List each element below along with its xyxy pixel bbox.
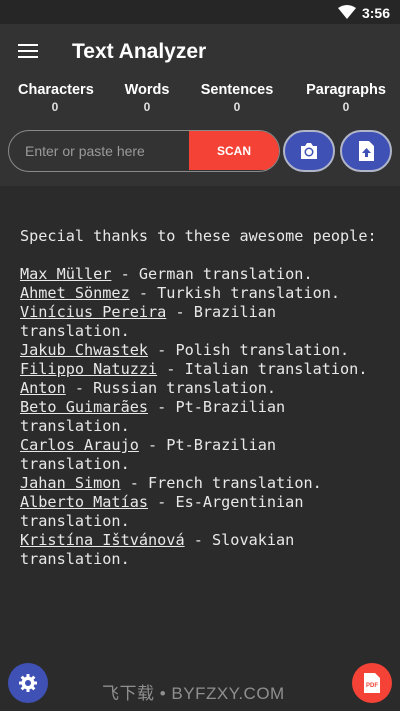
credit-desc: - German translation. <box>111 265 313 283</box>
stat-label: Sentences <box>200 82 274 98</box>
credit-desc: - Russian translation. <box>65 379 277 397</box>
credit-name-link[interactable]: Filippo Natuzzi <box>20 360 157 378</box>
list-item: Anton - Russian translation. <box>20 379 390 398</box>
stat-value: 0 <box>51 100 59 114</box>
app-bar: Text Analyzer Characters 0 Words 0 Sente… <box>0 24 400 186</box>
credit-name-link[interactable]: Ahmet Sönmez <box>20 284 130 302</box>
hamburger-menu-icon[interactable] <box>18 44 38 60</box>
list-item: Carlos Araujo - Pt-Brazilian translation… <box>20 436 390 474</box>
credit-desc: - Turkish translation. <box>129 284 341 302</box>
stats-row: Characters 0 Words 0 Sentences 0 Paragra… <box>0 82 400 122</box>
stat-paragraphs: Paragraphs 0 <box>306 82 386 114</box>
camera-icon <box>301 143 317 159</box>
credit-name-link[interactable]: Alberto Matías <box>20 493 148 511</box>
stat-characters: Characters 0 <box>18 82 94 114</box>
pdf-icon: PDF <box>364 673 380 693</box>
credit-name-link[interactable]: Anton <box>20 379 66 397</box>
credit-desc: - Italian translation. <box>157 360 368 378</box>
credit-desc: - French translation. <box>120 474 322 492</box>
credit-name-link[interactable]: Beto Guimarães <box>20 398 148 416</box>
stat-label: Words <box>124 82 170 98</box>
list-item: Jakub Chwastek - Polish translation. <box>20 341 390 360</box>
scan-button[interactable]: SCAN <box>189 131 279 170</box>
settings-button[interactable] <box>8 663 48 703</box>
list-item: Kristína Ištvánová - Slovakian translati… <box>20 531 390 569</box>
list-item: Ahmet Sönmez - Turkish translation. <box>20 284 390 303</box>
list-item: Filippo Natuzzi - Italian translation. <box>20 360 390 379</box>
wifi-icon <box>338 5 356 19</box>
app-title: Text Analyzer <box>72 40 207 63</box>
credit-name-link[interactable]: Jakub Chwastek <box>20 341 148 359</box>
credit-desc: - Polish translation. <box>148 341 350 359</box>
status-time: 3:56 <box>361 5 390 21</box>
file-upload-icon <box>359 141 374 161</box>
text-input-container: SCAN <box>8 130 280 172</box>
list-item: Max Müller - German translation. <box>20 265 390 284</box>
credit-name-link[interactable]: Jahan Simon <box>20 474 121 492</box>
stat-value: 0 <box>233 100 241 114</box>
credit-name-link[interactable]: Vinícius Pereira <box>20 303 166 321</box>
stat-value: 0 <box>342 100 350 114</box>
stat-words: Words 0 <box>122 82 172 114</box>
upload-file-button[interactable] <box>340 130 392 172</box>
stat-sentences: Sentences 0 <box>200 82 274 114</box>
export-pdf-button[interactable]: PDF <box>352 663 392 703</box>
credits-list: Max Müller - German translation. Ahmet S… <box>20 265 390 569</box>
credit-name-link[interactable]: Kristína Ištvánová <box>20 531 185 549</box>
list-item: Vinícius Pereira - Brazilian translation… <box>20 303 390 341</box>
list-item: Alberto Matías - Es-Argentinian translat… <box>20 493 390 531</box>
credits-content: Special thanks to these awesome people: … <box>20 227 390 569</box>
text-input[interactable] <box>9 131 189 170</box>
list-item: Jahan Simon - French translation. <box>20 474 390 493</box>
stat-label: Paragraphs <box>306 82 386 98</box>
stat-label: Characters <box>18 82 94 98</box>
camera-button[interactable] <box>283 130 335 172</box>
status-bar: 3:56 <box>0 0 400 24</box>
stat-value: 0 <box>143 100 151 114</box>
credit-name-link[interactable]: Max Müller <box>20 265 111 283</box>
settings-gear-icon <box>19 674 37 692</box>
pdf-icon-label: PDF <box>366 683 378 689</box>
watermark: 飞下载 • BYFZXY.COM <box>102 684 285 703</box>
credit-name-link[interactable]: Carlos Araujo <box>20 436 139 454</box>
credits-intro: Special thanks to these awesome people: <box>20 227 377 245</box>
list-item: Beto Guimarães - Pt-Brazilian translatio… <box>20 398 390 436</box>
